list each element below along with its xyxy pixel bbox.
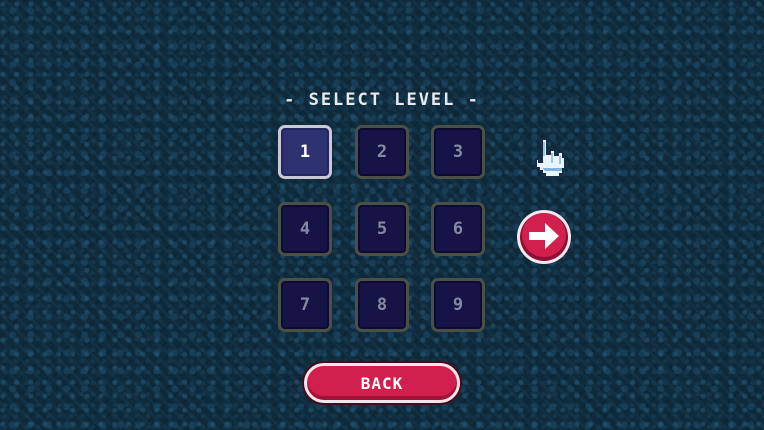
level-tile-5[interactable]: 5: [355, 202, 409, 256]
level-tile-8[interactable]: 8: [355, 278, 409, 332]
level-tile-6[interactable]: 6: [431, 202, 485, 256]
page-title: - SELECT LEVEL -: [284, 90, 480, 110]
level-tile-7[interactable]: 7: [278, 278, 332, 332]
back-button[interactable]: BACK: [304, 363, 460, 403]
level-tile-3[interactable]: 3: [431, 125, 485, 179]
level-grid: 1 2 3 4 5 6 7 8 9: [278, 125, 487, 334]
level-tile-1[interactable]: 1: [278, 125, 332, 179]
next-arrow-button[interactable]: [515, 208, 573, 266]
pointing-hand-icon: [535, 138, 566, 178]
level-tile-9[interactable]: 9: [431, 278, 485, 332]
level-tile-2[interactable]: 2: [355, 125, 409, 179]
level-tile-4[interactable]: 4: [278, 202, 332, 256]
